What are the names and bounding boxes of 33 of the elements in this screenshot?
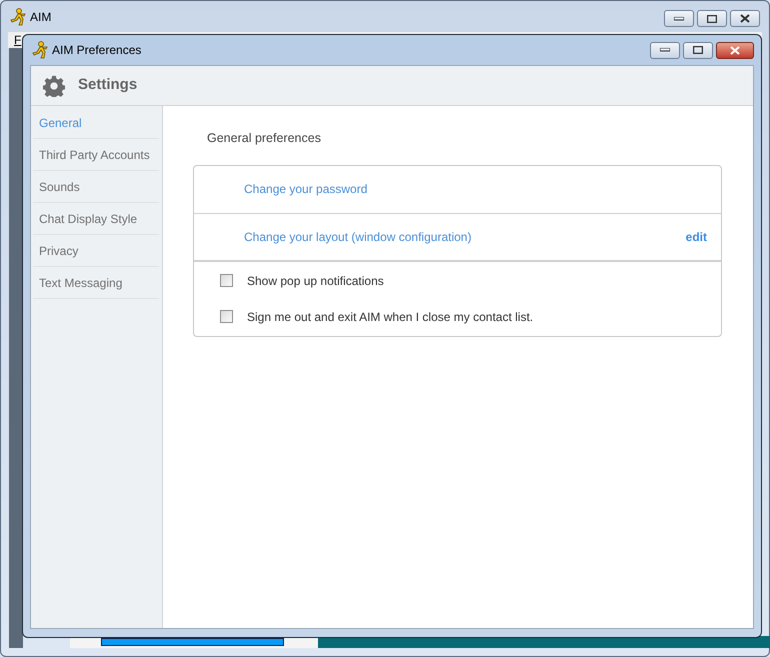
- minimize-icon: [660, 48, 670, 52]
- close-button[interactable]: [730, 10, 760, 27]
- checkbox[interactable]: [220, 274, 233, 288]
- window-title: AIM Preferences: [52, 42, 142, 59]
- checkbox-label: Show pop up notifications: [247, 272, 384, 290]
- edit-link[interactable]: edit: [686, 228, 707, 246]
- runner-icon: [32, 41, 48, 59]
- close-icon: [730, 46, 740, 54]
- maximize-button[interactable]: [683, 42, 713, 58]
- sidebar-item[interactable]: Text Messaging: [33, 267, 159, 299]
- sidebar-item[interactable]: Chat Display Style: [33, 203, 159, 235]
- close-icon: [740, 14, 750, 23]
- runner-icon: [10, 8, 26, 26]
- minimize-button[interactable]: [650, 42, 680, 58]
- sidebar-item[interactable]: Third Party Accounts: [33, 139, 159, 171]
- minimize-button[interactable]: [664, 10, 694, 27]
- sidebar-item[interactable]: Sounds: [33, 171, 159, 203]
- menu-item[interactable]: F: [14, 31, 22, 49]
- close-button[interactable]: [716, 42, 754, 58]
- maximize-icon: [693, 46, 703, 54]
- checkbox[interactable]: [220, 310, 233, 324]
- maximize-icon: [707, 14, 717, 22]
- checkbox-label: Sign me out and exit AIM when I close my contact list.: [247, 308, 534, 326]
- settings-link[interactable]: Change your password: [244, 180, 368, 198]
- maximize-button[interactable]: [697, 10, 727, 27]
- sidebar-item[interactable]: Privacy: [33, 235, 159, 267]
- window-title: AIM: [30, 9, 52, 26]
- sidebar-item[interactable]: General: [33, 107, 159, 139]
- settings-title: Settings: [78, 75, 138, 96]
- settings-link[interactable]: Change your layout (window configuration): [244, 228, 472, 246]
- minimize-icon: [674, 16, 684, 20]
- gear-icon: [43, 74, 65, 96]
- section-title: General preferences: [207, 130, 321, 147]
